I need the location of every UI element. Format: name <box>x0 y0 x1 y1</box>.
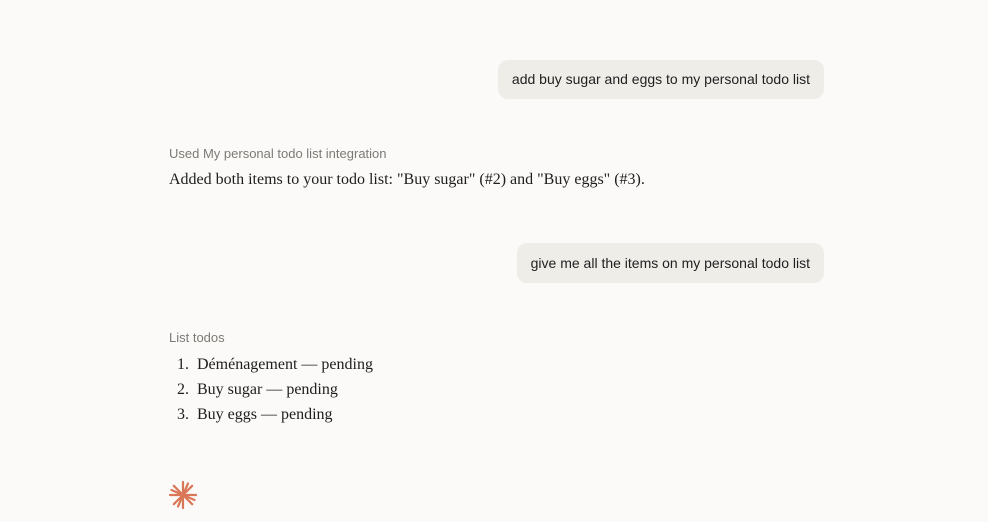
todo-item-text: Buy sugar — pending <box>197 381 338 398</box>
user-message-text: add buy sugar and eggs to my personal to… <box>511 71 810 87</box>
user-message-bubble: add buy sugar and eggs to my personal to… <box>497 60 824 99</box>
todo-item-number: 2. <box>177 381 189 398</box>
user-message-bubble: give me all the items on my personal tod… <box>516 243 824 283</box>
tool-usage-label[interactable]: List todos <box>169 330 225 345</box>
tool-usage-label[interactable]: Used My personal todo list integration <box>169 146 387 161</box>
todo-item-number: 1. <box>177 356 189 373</box>
user-message-text: give me all the items on my personal tod… <box>530 255 810 271</box>
todo-list-item: 3. Buy eggs — pending <box>169 404 373 429</box>
todo-item-text: Déménagement — pending <box>197 356 373 373</box>
todo-list: 1. Déménagement — pending 2. Buy sugar — p… <box>169 354 373 429</box>
todo-item-number: 3. <box>177 406 189 423</box>
spark-icon <box>168 480 198 510</box>
todo-list-item: 2. Buy sugar — pending <box>169 379 373 404</box>
todo-list-item: 1. Déménagement — pending <box>169 354 373 379</box>
assistant-message-text: Added both items to your todo list: "Buy… <box>169 171 645 188</box>
todo-item-text: Buy eggs — pending <box>197 406 333 423</box>
